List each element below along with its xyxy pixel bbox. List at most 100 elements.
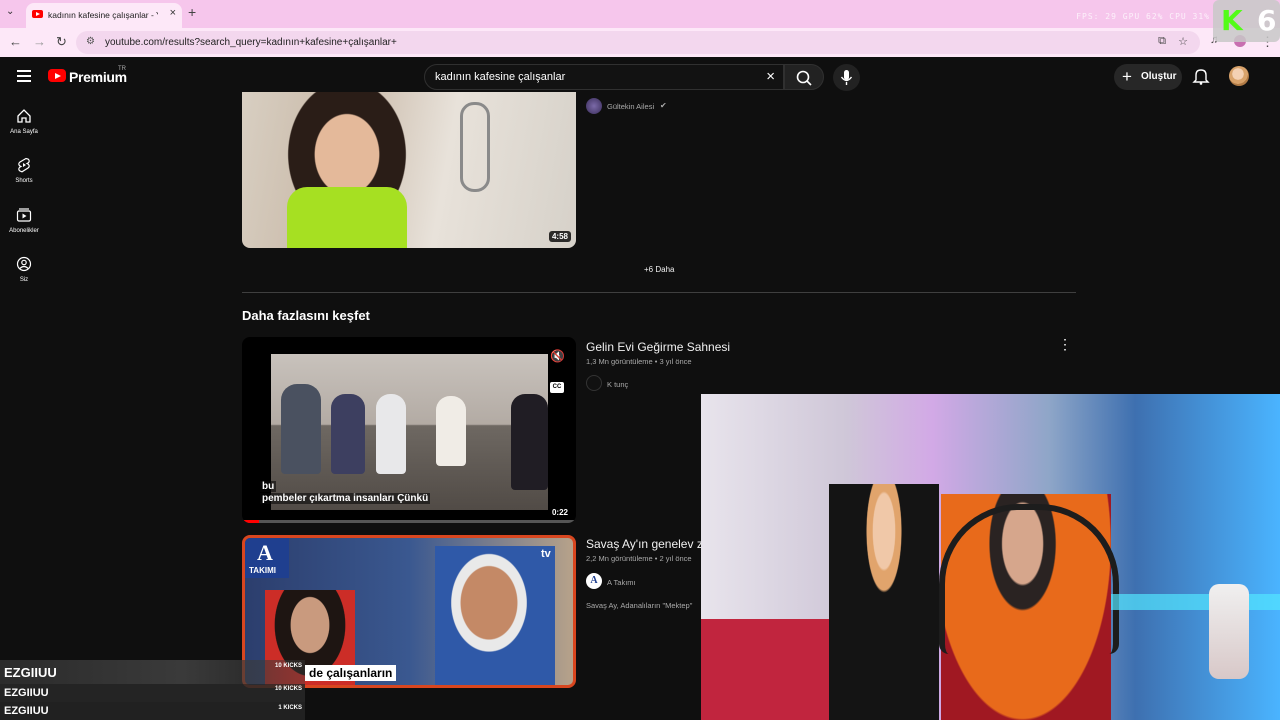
youtube-masthead: Premium TR kadının kafesine çalışanlar ×… — [0, 57, 1280, 97]
sidebar-item-shorts[interactable]: Shorts — [0, 157, 48, 184]
kicks-username: EZGIIUU — [4, 705, 49, 717]
preview-person — [436, 396, 466, 466]
kicks-count: 1 KICKS — [278, 705, 302, 711]
home-icon — [17, 109, 31, 123]
progress-fill — [242, 520, 259, 523]
channel-name[interactable]: Gültekin Ailesi — [607, 102, 654, 111]
webcam-overlay — [701, 394, 1280, 720]
country-code: TR — [118, 66, 126, 72]
sidebar-item-you[interactable]: Siz — [0, 256, 48, 283]
notifications-bell-icon[interactable] — [1192, 67, 1210, 85]
webcam-bottle — [1209, 584, 1249, 679]
video-duration: 4:58 — [548, 231, 571, 242]
browser-tab-strip: ⌄ kadının kafesine çalışanlar - You × + … — [0, 0, 1280, 28]
reload-icon[interactable]: ↻ — [56, 34, 67, 50]
install-app-icon[interactable]: ⧉ — [1158, 35, 1166, 48]
thumbnail-handcuff — [460, 102, 490, 192]
video-thumbnail-preview[interactable]: 🔇 CC bu pembeler çıkartma insanları Çünk… — [242, 337, 576, 523]
video-duration: 0:22 — [548, 507, 571, 518]
search-icon — [796, 70, 812, 86]
sidebar-item-label: Abonelikler — [9, 228, 39, 234]
video-meta: 2,2 Mn görüntüleme • 2 yıl önce — [586, 554, 692, 563]
url-text: youtube.com/results?search_query=kadının… — [105, 37, 397, 48]
kicks-count: 10 KICKS — [274, 686, 302, 692]
kicks-row: EZGIIUU 1 KICKS — [0, 702, 305, 720]
section-title: Daha fazlasını keşfet — [242, 308, 370, 323]
bookmark-star-icon[interactable]: ☆ — [1178, 35, 1188, 48]
video-title[interactable]: Gelin Evi Geğirme Sahnesi — [586, 340, 730, 354]
sidebar-item-subscriptions[interactable]: Abonelikler — [0, 207, 48, 234]
channel-avatar[interactable]: A — [586, 573, 602, 589]
atv-logo: tv — [541, 548, 551, 560]
preview-person — [331, 394, 365, 474]
browser-tab[interactable]: kadının kafesine çalışanlar - You × — [26, 3, 182, 28]
search-input[interactable]: kadının kafesine çalışanlar × — [424, 64, 784, 90]
sidebar-item-label: Siz — [19, 277, 29, 283]
back-icon[interactable]: ← — [9, 34, 22, 49]
captions-icon[interactable]: CC — [550, 382, 564, 393]
kicks-row: EZGIIUU 10 KICKS — [0, 660, 305, 684]
shorts-icon — [18, 157, 30, 173]
tab-search-chevron-icon[interactable]: ⌄ — [6, 6, 14, 17]
kicks-row: EZGIIUU 10 KICKS — [0, 684, 305, 702]
youtube-logo-icon[interactable] — [48, 69, 66, 82]
youtube-favicon-icon — [32, 10, 43, 18]
show-more-link[interactable]: +6 Daha — [644, 265, 674, 274]
tab-close-icon[interactable]: × — [170, 7, 176, 19]
section-divider — [242, 292, 1076, 293]
clear-search-icon[interactable]: × — [766, 68, 775, 85]
you-icon — [16, 256, 32, 272]
kick-logo-number: 6 — [1257, 4, 1277, 37]
webcam-chair — [939, 504, 1119, 654]
browser-toolbar: ← → ↻ ⚙ youtube.com/results?search_query… — [0, 28, 1280, 57]
search-button[interactable] — [784, 64, 824, 90]
kicks-count: 10 KICKS — [274, 663, 302, 669]
address-bar[interactable]: ⚙ youtube.com/results?search_query=kadın… — [76, 31, 1200, 54]
new-tab-button[interactable]: + — [188, 4, 196, 20]
kick-logo-letter: K — [1221, 4, 1243, 37]
kicks-leaderboard: EZGIIUU 10 KICKS EZGIIUU 10 KICKS EZGIIU… — [0, 660, 305, 720]
video-description: Savaş Ay, Adanalıların "Mektep" — [586, 601, 693, 610]
thumbnail-caption: de çalışanların — [305, 665, 397, 681]
preview-person — [376, 394, 406, 474]
microphone-icon — [840, 70, 853, 85]
watermark-letter: A — [257, 540, 273, 565]
caption-line: bu — [260, 481, 277, 492]
progress-track[interactable] — [242, 520, 576, 523]
system-stats-overlay: FPS: 29 GPU 62% CPU 31% — [1076, 12, 1210, 21]
forward-icon[interactable]: → — [33, 34, 46, 49]
sidebar-item-label: Shorts — [15, 178, 33, 184]
kicks-username: EZGIIUU — [4, 687, 49, 699]
mute-icon[interactable]: 🔇 — [550, 349, 565, 363]
video-title[interactable]: Savaş Ay'ın genelev z — [586, 537, 703, 551]
channel-name[interactable]: A Takımı — [607, 578, 636, 587]
tab-title: kadının kafesine çalışanlar - You — [48, 10, 158, 20]
create-label: Oluştur — [1141, 71, 1177, 82]
more-actions-icon[interactable]: ⋮ — [1058, 336, 1072, 353]
channel-name[interactable]: K tunç — [607, 380, 628, 389]
site-info-icon[interactable]: ⚙ — [86, 36, 95, 47]
sidebar-item-home[interactable]: Ana Sayfa — [0, 108, 48, 135]
create-button[interactable]: + Oluştur — [1114, 64, 1182, 90]
caption-line: pembeler çıkartma insanları Çünkü — [260, 493, 431, 504]
verified-badge-icon: ✔ — [660, 101, 667, 110]
menu-hamburger-icon[interactable] — [17, 70, 31, 82]
kicks-username: EZGIIUU — [4, 665, 57, 680]
search-query-text: kadının kafesine çalışanlar — [435, 71, 566, 83]
video-meta: 1,3 Mn görüntüleme • 3 yıl önce — [586, 357, 692, 366]
plus-icon: + — [1122, 67, 1132, 86]
subscriptions-icon — [16, 208, 32, 222]
watermark-text: TAKIMI — [249, 566, 276, 575]
preview-frame — [271, 354, 548, 510]
kick-logo: K 6 — [1213, 0, 1280, 42]
preview-person — [511, 394, 548, 490]
webcam-led-strip — [1111, 594, 1280, 610]
preview-person — [281, 384, 321, 474]
channel-avatar[interactable] — [586, 98, 602, 114]
thumbnail-shirt — [287, 187, 407, 248]
channel-avatar[interactable] — [586, 375, 602, 391]
channel-watermark: A TAKIMI — [245, 538, 289, 578]
video-thumbnail[interactable]: 4:58 — [242, 92, 576, 248]
voice-search-button[interactable] — [833, 64, 860, 91]
user-avatar[interactable] — [1229, 66, 1249, 86]
